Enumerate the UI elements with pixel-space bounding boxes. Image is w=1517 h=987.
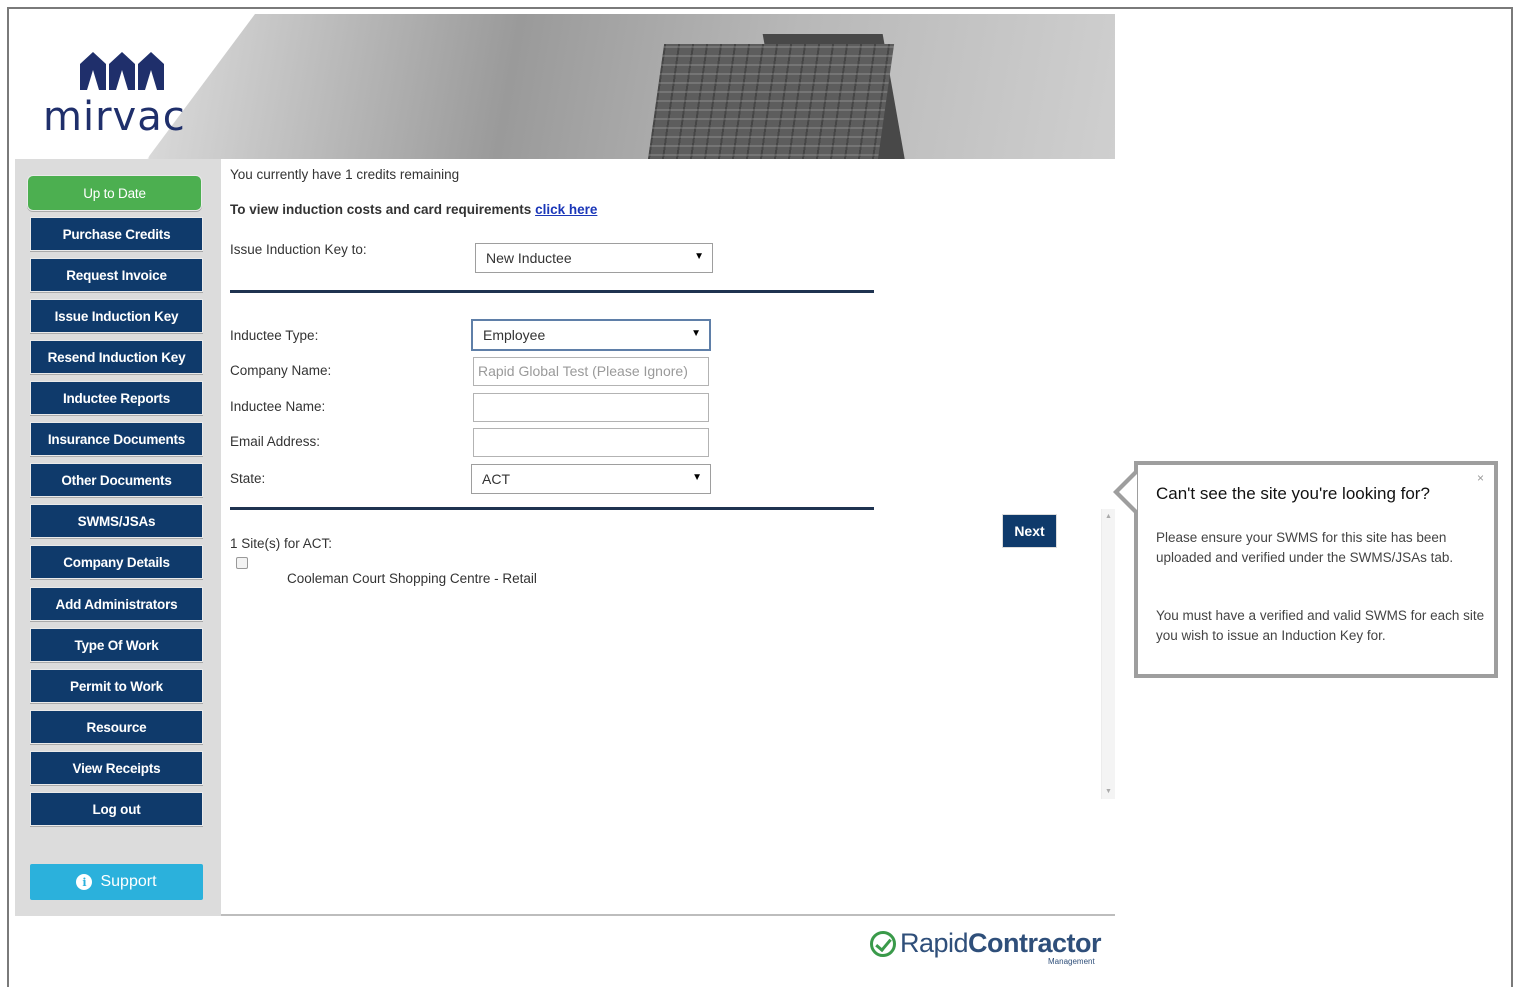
info-icon: i [76,874,93,890]
sidebar-item-view-receipts[interactable]: View Receipts [30,751,203,785]
sidebar-item-resource[interactable]: Resource [30,710,203,744]
help-popover: × Can't see the site you're looking for?… [1134,461,1498,678]
sidebar-item-purchase-credits[interactable]: Purchase Credits [30,217,203,251]
state-select[interactable]: ACT ▼ [471,464,711,494]
support-button[interactable]: i Support [30,864,203,900]
sidebar-item-insurance-documents[interactable]: Insurance Documents [30,422,203,456]
main-content: You currently have 1 credits remaining T… [221,159,1115,916]
banner-building-image [645,44,895,159]
credits-remaining-text: You currently have 1 credits remaining [230,167,460,182]
sites-heading: 1 Site(s) for ACT: [230,536,333,551]
mirvac-logo-mark-icon [80,52,164,90]
section-divider [230,290,874,293]
sidebar-item-swms-jsas[interactable]: SWMS/JSAs [30,504,203,538]
induction-costs-text: To view induction costs and card require… [230,202,598,217]
check-circle-icon [870,930,896,957]
app-container: mirvac Up to Date Purchase Credits Reque… [15,14,1115,916]
sidebar-item-request-invoice[interactable]: Request Invoice [30,258,203,292]
inductee-type-select[interactable]: Employee ▼ [471,319,711,351]
sidebar-item-log-out[interactable]: Log out [30,792,203,826]
popover-title: Can't see the site you're looking for? [1156,484,1430,503]
sidebar-item-permit-to-work[interactable]: Permit to Work [30,669,203,703]
dropdown-arrow-icon: ▼ [691,328,701,339]
dropdown-arrow-icon: ▼ [694,251,704,262]
email-address-label: Email Address: [230,434,321,449]
scrollbar[interactable]: ▲ ▼ [1101,509,1115,799]
site-checkbox[interactable] [236,557,248,569]
scroll-up-icon[interactable]: ▲ [1105,513,1112,520]
support-label: Support [100,873,157,890]
mirvac-logo-text: mirvac [43,94,186,140]
sidebar-item-add-administrators[interactable]: Add Administrators [30,587,203,621]
sidebar-item-company-details[interactable]: Company Details [30,545,203,579]
sidebar-item-inductee-reports[interactable]: Inductee Reports [30,381,203,415]
scroll-down-icon[interactable]: ▼ [1105,788,1112,795]
dropdown-arrow-icon: ▼ [692,472,702,483]
site-name: Cooleman Court Shopping Centre - Retail [287,571,537,586]
sidebar-item-resend-induction-key[interactable]: Resend Induction Key [30,340,203,374]
issue-key-select[interactable]: New Inductee ▼ [475,243,713,273]
sidebar: Up to Date Purchase Credits Request Invo… [15,159,221,916]
inductee-type-label: Inductee Type: [230,328,319,343]
header-banner: mirvac [15,14,1115,159]
sidebar-item-issue-induction-key[interactable]: Issue Induction Key [30,299,203,333]
next-button[interactable]: Next [1002,514,1057,548]
sidebar-item-type-of-work[interactable]: Type Of Work [30,628,203,662]
sidebar-item-other-documents[interactable]: Other Documents [30,463,203,497]
section-divider [230,507,874,510]
email-address-field[interactable] [473,428,709,457]
rapid-contractor-subtitle: Management [1048,957,1095,966]
sidebar-item-up-to-date[interactable]: Up to Date [27,175,202,211]
company-name-label: Company Name: [230,363,332,378]
rapid-contractor-logo: RapidContractor Management [870,928,1102,966]
mirvac-logo: mirvac [43,50,203,137]
state-label: State: [230,471,266,486]
company-name-field[interactable]: Rapid Global Test (Please Ignore) [473,357,709,386]
click-here-link[interactable]: click here [535,202,597,217]
popover-body-text: Please ensure your SWMS for this site ha… [1156,530,1454,565]
issue-key-label: Issue Induction Key to: [230,242,367,257]
inductee-name-field[interactable] [473,393,709,422]
popover-body-text: You must have a verified and valid SWMS … [1156,608,1485,643]
inductee-name-label: Inductee Name: [230,399,326,414]
